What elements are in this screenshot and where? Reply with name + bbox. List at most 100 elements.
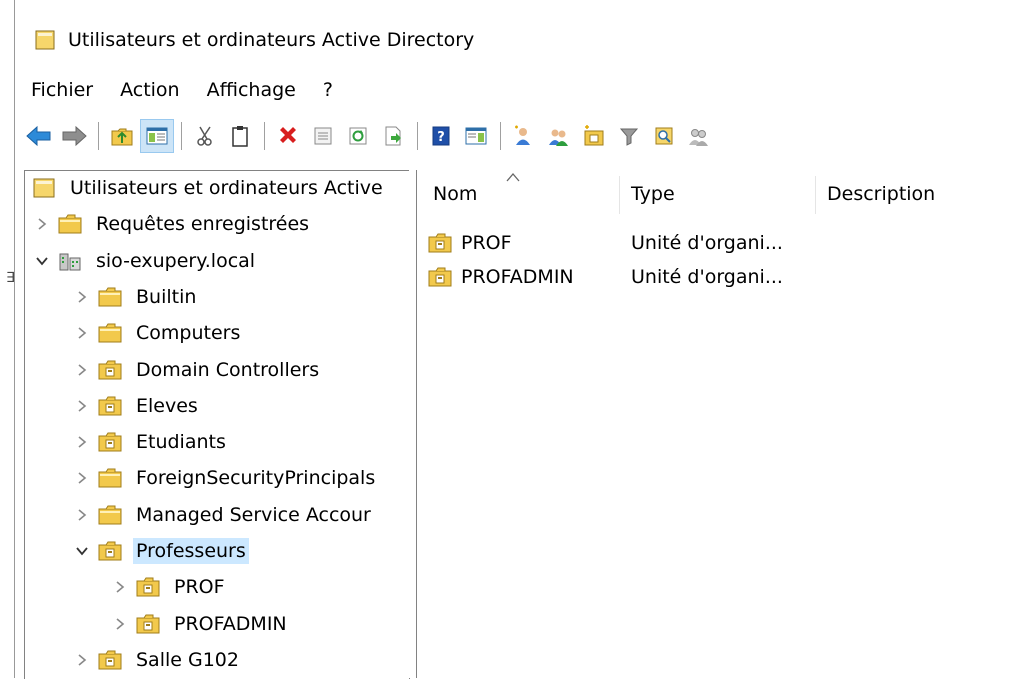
- column-type-label: Type: [631, 183, 675, 205]
- tree-item-label: sio-exupery.local: [96, 249, 256, 272]
- menu-affichage[interactable]: Affichage: [200, 77, 303, 103]
- window-title: Utilisateurs et ordinateurs Active Direc…: [68, 29, 475, 51]
- folder-icon: [57, 213, 83, 235]
- filter-icon: [619, 128, 639, 146]
- tree-item[interactable]: sio-exupery.local: [31, 244, 258, 278]
- ou-icon: [97, 359, 123, 381]
- row-name: PROF: [461, 232, 512, 254]
- refresh-button[interactable]: [341, 119, 375, 153]
- chevron-right-icon[interactable]: [71, 471, 93, 485]
- column-separator[interactable]: [619, 176, 620, 214]
- tree-item-label: Professeurs: [133, 538, 249, 564]
- ou-icon: [135, 613, 161, 635]
- add-to-group-button[interactable]: [682, 119, 716, 153]
- chevron-right-icon[interactable]: [71, 326, 93, 340]
- pane-splitter[interactable]: [409, 170, 415, 678]
- tree-item[interactable]: PROFADMIN: [109, 607, 290, 641]
- tree-item[interactable]: Builtin: [71, 280, 199, 314]
- tree-item-label: Etudiants: [136, 431, 226, 454]
- toolbar-separator: [264, 122, 265, 150]
- menu-help[interactable]: ?: [316, 77, 340, 103]
- column-description-label: Description: [827, 183, 936, 205]
- list-row[interactable]: PROF Unité d'organi...: [417, 226, 1013, 260]
- back-arrow-icon: [26, 125, 51, 147]
- new-ou-icon: [584, 125, 604, 146]
- chevron-right-icon[interactable]: [109, 617, 131, 631]
- tree-item[interactable]: ForeignSecurityPrincipals: [71, 461, 378, 495]
- tree-item-label: PROFADMIN: [174, 612, 287, 635]
- background-glyph: ∃: [6, 270, 15, 286]
- delete-button[interactable]: [271, 119, 305, 153]
- ou-icon: [427, 266, 453, 288]
- menu-action[interactable]: Action: [113, 77, 187, 103]
- forward-button[interactable]: [57, 119, 91, 153]
- tree-item[interactable]: Utilisateurs et ordinateurs Active: [31, 171, 386, 205]
- tree-item-label: Eleves: [136, 394, 198, 417]
- row-type: Unité d'organi...: [631, 232, 783, 254]
- chevron-right-icon[interactable]: [71, 508, 93, 522]
- new-ou-button[interactable]: [577, 119, 611, 153]
- new-user-button[interactable]: [507, 119, 541, 153]
- folder-icon: [97, 504, 123, 526]
- ou-icon: [97, 649, 123, 671]
- chevron-right-icon[interactable]: [71, 435, 93, 449]
- chevron-right-icon[interactable]: [71, 363, 93, 377]
- list-row[interactable]: PROFADMIN Unité d'organi...: [417, 260, 1013, 294]
- new-group-icon: [549, 129, 568, 146]
- paste-button[interactable]: [223, 119, 257, 153]
- tree-item-label: ForeignSecurityPrincipals: [136, 467, 376, 490]
- tree-item-label: Builtin: [136, 285, 197, 308]
- tree-item[interactable]: Etudiants: [71, 425, 229, 459]
- ou-icon: [135, 576, 161, 598]
- tree-item[interactable]: Eleves: [71, 389, 201, 423]
- export-icon: [385, 126, 401, 146]
- chevron-right-icon[interactable]: [109, 580, 131, 594]
- toolbar-separator: [417, 122, 418, 150]
- tree-item[interactable]: Professeurs: [71, 534, 249, 568]
- filter-button[interactable]: [612, 119, 646, 153]
- new-group-button[interactable]: [542, 119, 576, 153]
- chevron-right-icon[interactable]: [31, 217, 53, 231]
- row-name: PROFADMIN: [461, 266, 574, 288]
- find-button[interactable]: [647, 119, 681, 153]
- tree-item[interactable]: Requêtes enregistrées: [31, 207, 312, 241]
- chevron-down-icon[interactable]: [71, 545, 93, 557]
- tree-item[interactable]: Salle G102: [71, 643, 242, 677]
- forward-arrow-icon: [62, 125, 87, 147]
- folder-icon: [97, 286, 123, 308]
- show-console-tree-button[interactable]: [140, 119, 174, 153]
- tree-item[interactable]: PROF: [109, 570, 228, 604]
- console-tree[interactable]: Utilisateurs et ordinateurs Active Requêt…: [24, 170, 410, 679]
- toolbar: ?: [22, 116, 1013, 156]
- tree-item[interactable]: Domain Controllers: [71, 353, 322, 387]
- export-list-button[interactable]: [376, 119, 410, 153]
- find-icon: [655, 127, 673, 145]
- menu-fichier[interactable]: Fichier: [24, 77, 100, 103]
- show-action-pane-button[interactable]: [459, 119, 493, 153]
- refresh-icon: [349, 127, 367, 145]
- cut-button[interactable]: [188, 119, 222, 153]
- column-header-type[interactable]: Type: [631, 170, 811, 218]
- help-icon: ?: [432, 126, 450, 146]
- help-button[interactable]: ?: [424, 119, 458, 153]
- properties-button[interactable]: [306, 119, 340, 153]
- chevron-right-icon[interactable]: [71, 653, 93, 667]
- add-to-group-icon: [689, 129, 708, 146]
- action-pane-icon: [465, 127, 487, 145]
- ou-icon: [97, 540, 123, 562]
- tree-item-label: Requêtes enregistrées: [96, 213, 310, 236]
- column-header-description[interactable]: Description: [827, 170, 1007, 218]
- domain-icon: [57, 250, 83, 272]
- column-nom-label: Nom: [433, 183, 478, 205]
- tree-item[interactable]: Computers: [71, 316, 243, 350]
- chevron-down-icon[interactable]: [31, 255, 53, 267]
- chevron-right-icon[interactable]: [71, 399, 93, 413]
- scissors-icon: [197, 126, 212, 146]
- back-button[interactable]: [22, 119, 56, 153]
- tree-item[interactable]: Managed Service Accour: [71, 498, 374, 532]
- column-header-nom[interactable]: Nom: [433, 170, 623, 218]
- chevron-right-icon[interactable]: [71, 290, 93, 304]
- up-level-button[interactable]: [105, 119, 139, 153]
- clipboard-icon: [232, 126, 248, 147]
- column-separator[interactable]: [815, 176, 816, 214]
